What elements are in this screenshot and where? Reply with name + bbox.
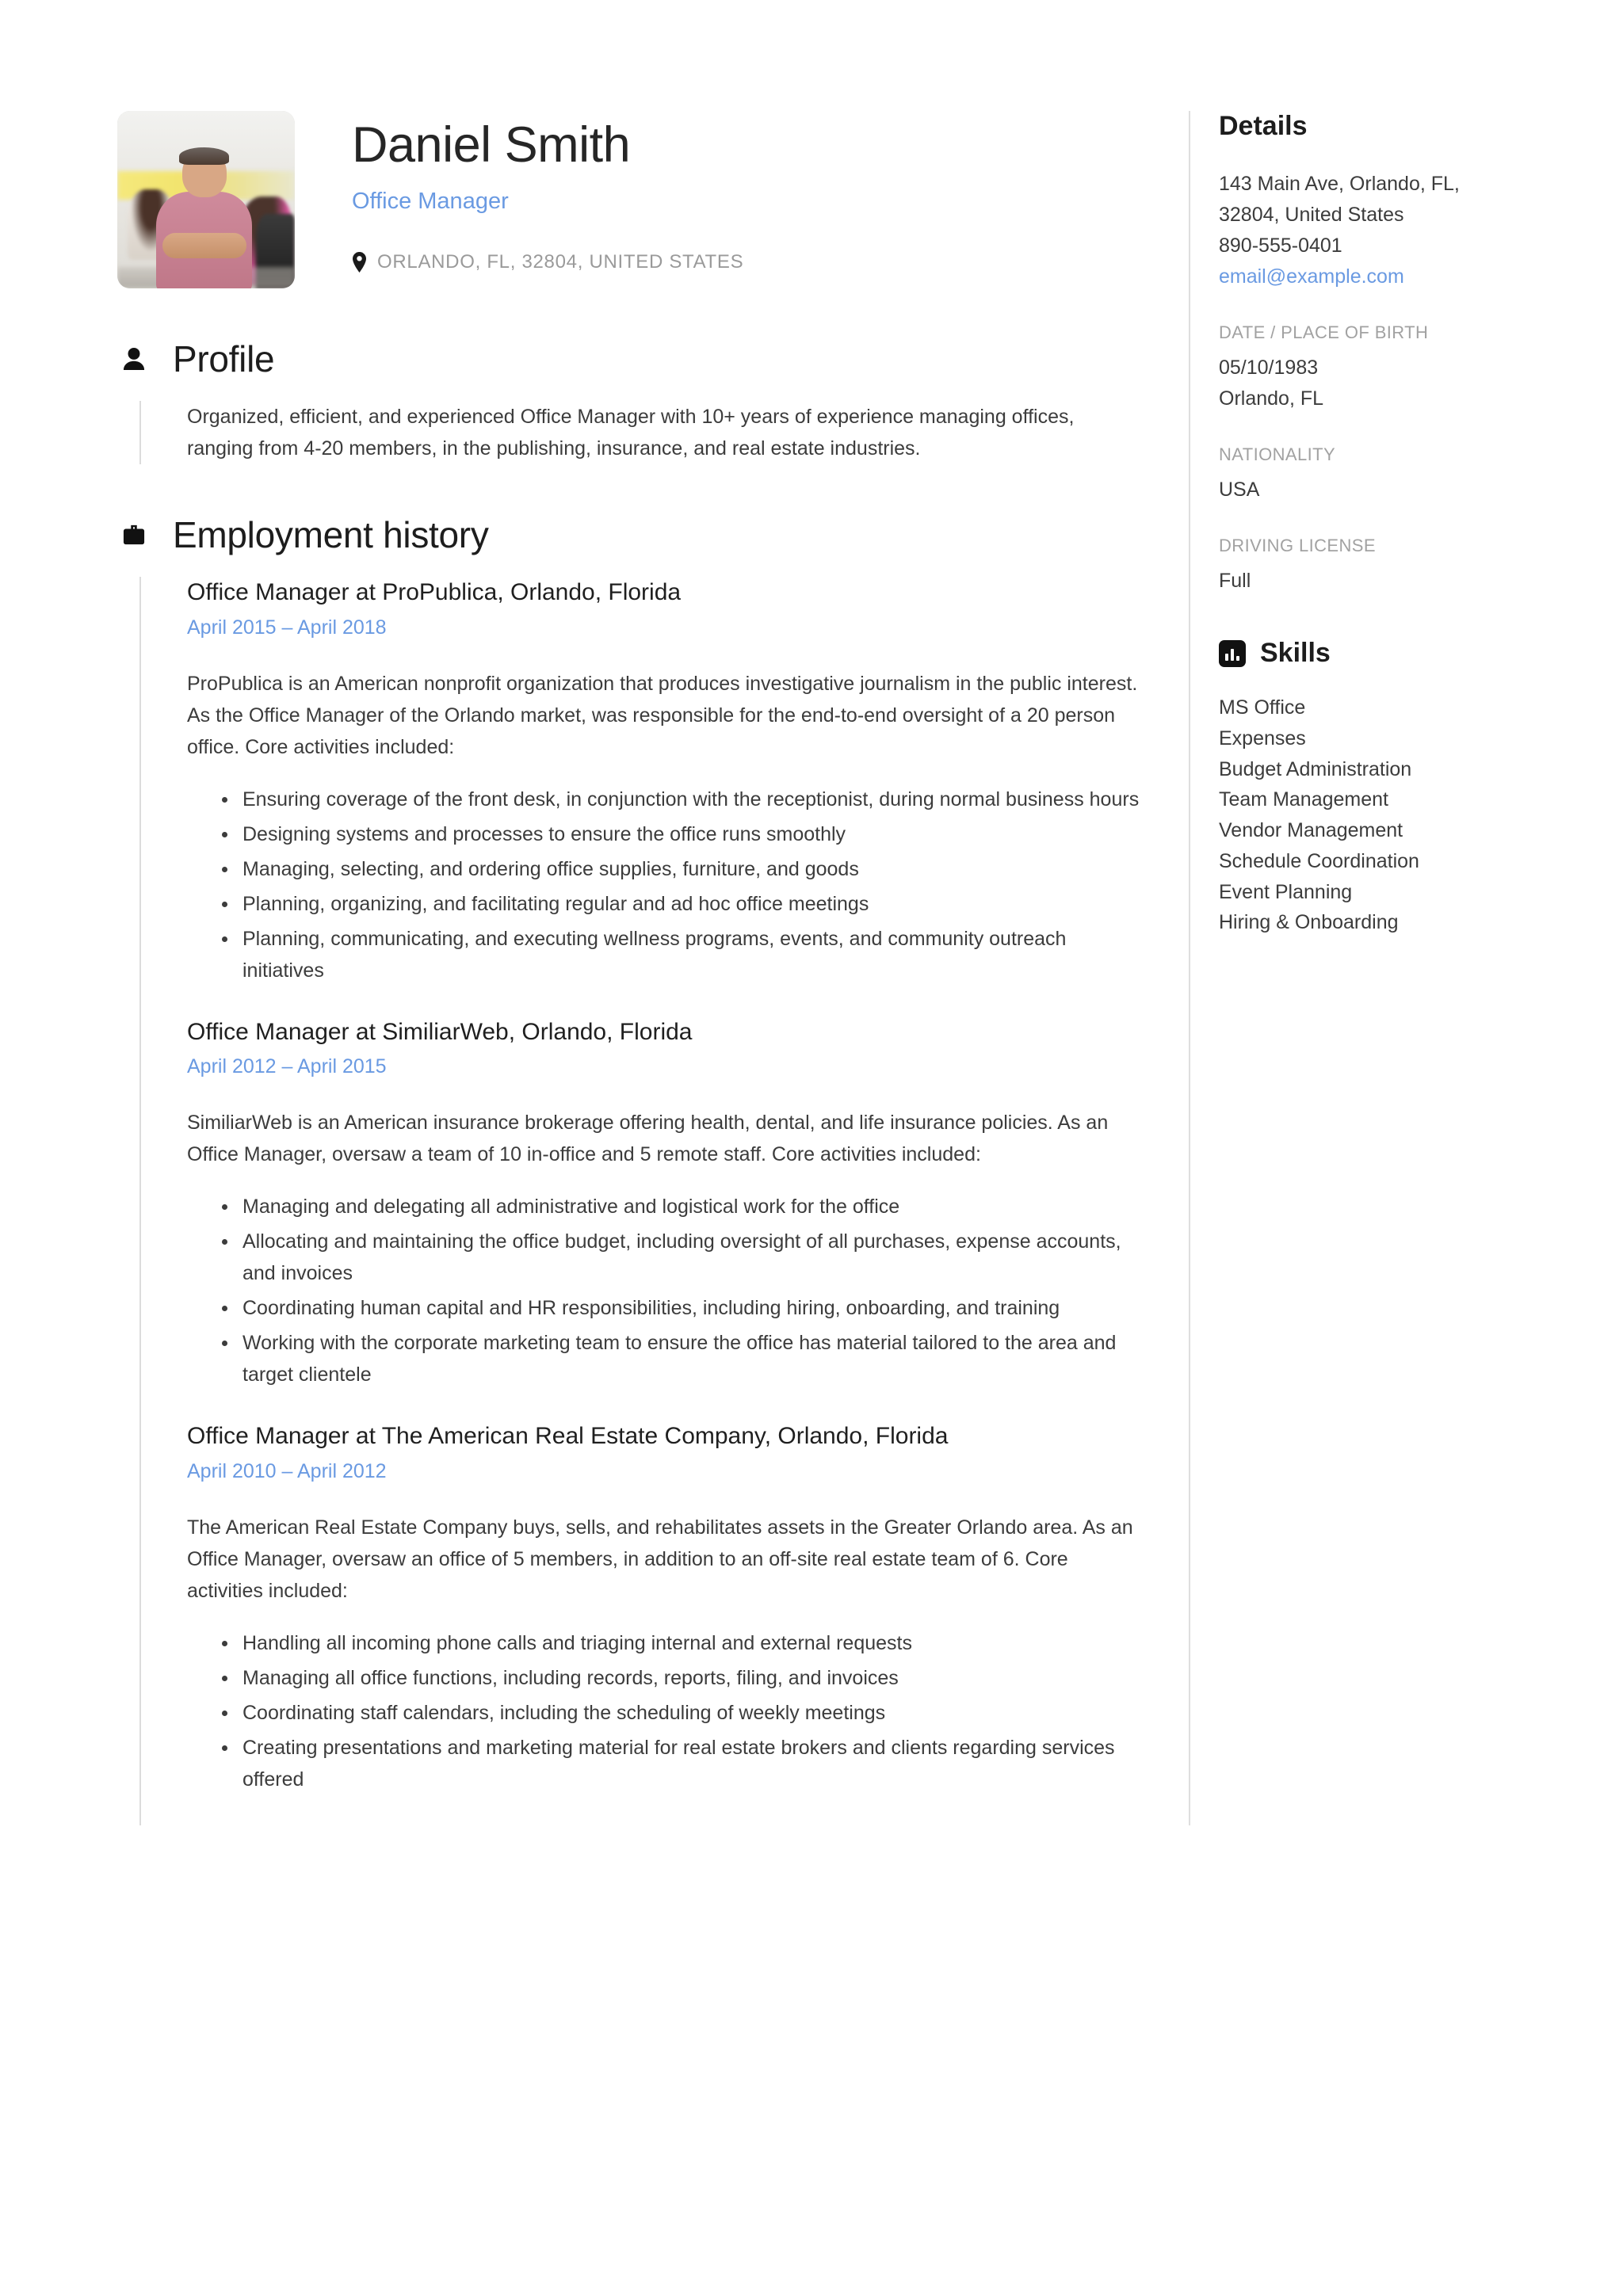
email-link[interactable]: email@example.com [1219, 261, 1496, 292]
skills-section-header: Skills [1219, 638, 1496, 669]
nationality-label: NATIONALITY [1219, 444, 1336, 464]
profile-section-title: Profile [173, 338, 275, 379]
license-block: DRIVING LICENSE Full [1219, 536, 1496, 597]
page-title: Daniel Smith [352, 117, 631, 173]
list-item: Managing and delegating all administrati… [222, 1191, 1140, 1222]
list-item: Planning, organizing, and facilitating r… [222, 888, 1140, 920]
birth-place: Orlando, FL [1219, 387, 1324, 410]
job-bullets: Handling all incoming phone calls and tr… [187, 1627, 1140, 1795]
driving-license-label: DRIVING LICENSE [1219, 536, 1376, 555]
list-item: Handling all incoming phone calls and tr… [222, 1627, 1140, 1659]
job-bullets: Ensuring coverage of the front desk, in … [187, 784, 1140, 986]
job-title: Office Manager [352, 189, 509, 215]
nationality-block: NATIONALITY USA [1219, 444, 1496, 505]
employment-section-title: Employment history [173, 514, 489, 555]
map-pin-icon [352, 252, 367, 273]
job-bullets: Managing and delegating all administrati… [187, 1191, 1140, 1390]
list-item: Coordinating staff calendars, including … [222, 1697, 1140, 1729]
list-item: Expenses [1219, 727, 1306, 749]
list-item: Managing, selecting, and ordering office… [222, 853, 1140, 885]
list-item: Hiring & Onboarding [1219, 911, 1399, 934]
address-text: 143 Main Ave, Orlando, FL, 32804, United… [1219, 173, 1460, 226]
job-summary: ProPublica is an American nonprofit orga… [187, 672, 1138, 758]
briefcase-icon [117, 524, 151, 546]
list-item: Working with the corporate marketing tea… [222, 1327, 1140, 1390]
list-item: Planning, communicating, and executing w… [222, 923, 1140, 986]
list-item: Team Management [1219, 788, 1389, 811]
job-dates: April 2015 – April 2018 [187, 616, 387, 639]
job-heading: Office Manager at ProPublica, Orlando, F… [187, 579, 682, 605]
person-icon [117, 347, 151, 371]
profile-section-header: Profile [117, 338, 1140, 380]
employment-body: Office Manager at ProPublica, Orlando, F… [139, 577, 1140, 1825]
job-entry: Office Manager at The American Real Esta… [187, 1421, 1140, 1825]
job-heading: Office Manager at The American Real Esta… [187, 1423, 949, 1450]
list-item: MS Office [1219, 696, 1306, 719]
list-item: Designing systems and processes to ensur… [222, 818, 1140, 850]
profile-body: Organized, efficient, and experienced Of… [139, 401, 1140, 464]
skills-section-title: Skills [1260, 638, 1331, 668]
section-profile: Profile Organized, efficient, and experi… [117, 338, 1140, 464]
list-item: Creating presentations and marketing mat… [222, 1732, 1140, 1795]
list-item: Budget Administration [1219, 757, 1412, 780]
job-entry: Office Manager at SimiliarWeb, Orlando, … [187, 1016, 1140, 1421]
list-item: Event Planning [1219, 880, 1353, 903]
job-entry: Office Manager at ProPublica, Orlando, F… [187, 577, 1140, 1016]
job-dates: April 2012 – April 2015 [187, 1055, 387, 1078]
nationality-value: USA [1219, 479, 1260, 501]
resume-header: Daniel Smith Office Manager ORLANDO, FL,… [117, 111, 1140, 288]
skills-list: MS Office Expenses Budget Administration… [1219, 692, 1496, 938]
profile-text: Organized, efficient, and experienced Of… [187, 406, 1075, 460]
list-item: Vendor Management [1219, 819, 1403, 841]
section-employment: Employment history Office Manager at Pro… [117, 513, 1140, 1825]
phone-text: 890-555-0401 [1219, 235, 1342, 257]
list-item: Managing all office functions, including… [222, 1662, 1140, 1694]
birth-block: DATE / PLACE OF BIRTH 05/10/1983 Orlando… [1219, 322, 1496, 414]
job-summary: The American Real Estate Company buys, s… [187, 1516, 1133, 1602]
driving-license-value: Full [1219, 570, 1251, 592]
job-heading: Office Manager at SimiliarWeb, Orlando, … [187, 1018, 693, 1045]
bar-chart-icon [1219, 639, 1246, 667]
job-dates: April 2010 – April 2012 [187, 1459, 387, 1482]
job-summary: SimiliarWeb is an American insurance bro… [187, 1112, 1109, 1166]
employment-section-header: Employment history [117, 513, 1140, 556]
location-row: ORLANDO, FL, 32804, UNITED STATES [352, 251, 743, 273]
resume-page: Daniel Smith Office Manager ORLANDO, FL,… [0, 0, 1623, 2296]
details-title: Details [1219, 111, 1308, 141]
list-item: Coordinating human capital and HR respon… [222, 1292, 1140, 1324]
list-item: Schedule Coordination [1219, 849, 1419, 872]
list-item: Allocating and maintaining the office bu… [222, 1226, 1140, 1289]
location-text: ORLANDO, FL, 32804, UNITED STATES [377, 251, 744, 273]
contact-block: 143 Main Ave, Orlando, FL, 32804, United… [1219, 169, 1496, 292]
list-item: Ensuring coverage of the front desk, in … [222, 784, 1140, 815]
birth-date: 05/10/1983 [1219, 357, 1319, 379]
profile-photo [117, 111, 295, 288]
birth-label: DATE / PLACE OF BIRTH [1219, 322, 1429, 342]
sidebar: Details 143 Main Ave, Orlando, FL, 32804… [1189, 111, 1496, 1825]
main-column: Daniel Smith Office Manager ORLANDO, FL,… [117, 111, 1140, 1825]
